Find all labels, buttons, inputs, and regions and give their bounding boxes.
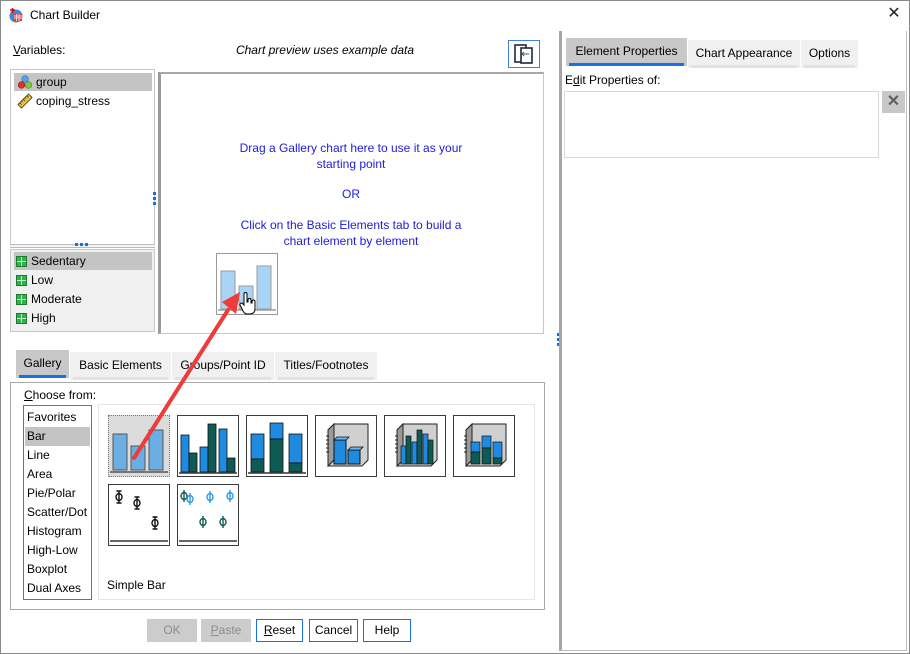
canvas-message-line: Click on the Basic Elements tab to build… — [240, 218, 462, 232]
chart-type-pie-polar[interactable]: Pie/Polar — [25, 484, 90, 503]
tab-titles-footnotes[interactable]: Titles/Footnotes — [275, 352, 377, 380]
variable-name: coping_stress — [36, 94, 111, 108]
chart-builder-app-icon — [9, 8, 23, 23]
thumbnail-clustered-3d-bar[interactable] — [384, 415, 446, 477]
chart-type-dual-axes[interactable]: Dual Axes — [25, 579, 90, 598]
chart-type-area[interactable]: Area — [25, 465, 90, 484]
tab-element-properties[interactable]: Element Properties — [566, 38, 687, 66]
chart-type-line[interactable]: Line — [25, 446, 90, 465]
chart-type-list[interactable]: Favorites Bar Line Area Pie/Polar Scatte… — [23, 405, 92, 600]
tab-label: Groups/Point ID — [180, 358, 266, 372]
clustered-3d-bar-chart-icon — [395, 422, 438, 468]
variable-item-coping-stress[interactable]: coping_stress — [14, 92, 152, 110]
category-icon — [16, 313, 27, 324]
thumbnail-simple-error-bar[interactable] — [108, 484, 170, 546]
category-item-low[interactable]: Low — [14, 271, 152, 289]
canvas-message-or: OR — [342, 187, 360, 201]
category-name: Sedentary — [31, 254, 86, 268]
category-icon — [16, 294, 27, 305]
paste-button[interactable]: Paste — [201, 619, 251, 642]
delete-element-button[interactable]: ✕ — [882, 91, 905, 113]
nominal-variable-icon — [17, 75, 33, 89]
category-list[interactable]: Sedentary Low Moderate High — [10, 249, 155, 332]
reset-button[interactable]: Reset — [256, 619, 303, 642]
tab-gallery[interactable]: Gallery — [16, 350, 69, 378]
choose-label-mnemonic: C — [24, 388, 33, 402]
thumbnail-clustered-error-bar[interactable] — [177, 484, 239, 546]
chart-type-favorites[interactable]: Favorites — [25, 408, 90, 427]
category-name: Low — [31, 273, 54, 287]
choose-label-text: hoose from: — [32, 388, 97, 402]
selected-chart-description: Simple Bar — [107, 578, 166, 592]
cancel-button[interactable]: Cancel — [309, 619, 358, 642]
stacked-3d-bar-chart-icon — [464, 422, 507, 468]
delete-icon: ✕ — [886, 93, 901, 110]
clustered-bar-chart-icon — [179, 423, 237, 474]
scale-variable-icon — [17, 93, 33, 109]
edit-properties-label: Edit Properties of: — [565, 73, 660, 87]
tab-label: Gallery — [23, 356, 62, 370]
edit-properties-list[interactable] — [564, 91, 879, 158]
chart-type-bar[interactable]: Bar — [25, 427, 90, 446]
variable-name: group — [36, 75, 67, 89]
simple-bar-chart-icon — [110, 429, 168, 473]
hand-cursor-icon — [239, 292, 256, 315]
panel-toggle-icon — [514, 44, 533, 64]
tab-label: Basic Elements — [79, 358, 162, 372]
edit-label-mnemonic: d — [573, 73, 580, 87]
window-title: Chart Builder — [30, 8, 101, 22]
category-item-moderate[interactable]: Moderate — [14, 290, 152, 308]
chart-type-histogram[interactable]: Histogram — [25, 522, 90, 541]
category-icon — [16, 256, 27, 267]
splitter-grip-icon[interactable] — [75, 243, 89, 247]
close-icon[interactable]: ✕ — [884, 5, 904, 23]
gallery-thumbnails — [98, 404, 535, 600]
simple-3d-bar-chart-icon — [326, 422, 369, 468]
tab-groups-point-id[interactable]: Groups/Point ID — [172, 352, 274, 380]
canvas-message-line: Drag a Gallery chart here to use it as y… — [239, 141, 463, 155]
toggle-properties-button[interactable] — [508, 40, 540, 68]
chart-type-scatter-dot[interactable]: Scatter/Dot — [25, 503, 90, 522]
thumbnail-clustered-bar[interactable] — [177, 415, 239, 477]
tab-options[interactable]: Options — [801, 40, 858, 68]
paste-mnemonic: P — [210, 623, 219, 637]
clustered-error-bar-chart-icon — [179, 490, 237, 542]
reset-label: eset — [272, 623, 296, 637]
ok-button[interactable]: OK — [147, 619, 197, 642]
simple-error-bar-chart-icon — [110, 490, 168, 542]
thumbnail-simple-bar[interactable] — [108, 415, 170, 477]
chart-type-boxplot[interactable]: Boxplot — [25, 560, 90, 579]
paste-label: aste — [218, 623, 242, 637]
category-name: Moderate — [31, 292, 82, 306]
tab-label: Titles/Footnotes — [283, 358, 369, 372]
variable-item-group[interactable]: group — [14, 73, 152, 91]
thumbnail-simple-3d-bar[interactable] — [315, 415, 377, 477]
preview-note: Chart preview uses example data — [235, 43, 415, 57]
choose-from-label: Choose from: — [24, 388, 96, 402]
variables-label-text: ariables: — [20, 43, 66, 57]
tab-label: Chart Appearance — [695, 46, 793, 60]
chart-type-high-low[interactable]: High-Low — [25, 541, 90, 560]
category-icon — [16, 275, 27, 286]
canvas-message-line: chart element by element — [283, 234, 419, 248]
title-bar: Chart Builder ✕ — [0, 0, 910, 30]
variables-list[interactable]: group coping_stress — [10, 69, 155, 245]
category-name: High — [31, 311, 56, 325]
variables-label: Variables: — [13, 43, 65, 57]
thumbnail-stacked-3d-bar[interactable] — [453, 415, 515, 477]
tab-label: Element Properties — [575, 44, 678, 58]
tab-chart-appearance[interactable]: Chart Appearance — [688, 40, 800, 68]
canvas-message-line: starting point — [316, 157, 386, 171]
category-item-high[interactable]: High — [14, 309, 152, 327]
edit-label-prefix: E — [565, 73, 574, 87]
vertical-splitter-grip-icon[interactable] — [153, 192, 157, 212]
tab-basic-elements[interactable]: Basic Elements — [70, 352, 171, 380]
category-item-sedentary[interactable]: Sedentary — [14, 252, 152, 270]
stacked-bar-chart-icon — [248, 422, 306, 474]
edit-label-text: it Properties of: — [579, 73, 661, 87]
panel-splitter-grip-icon[interactable] — [557, 333, 560, 347]
tab-label: Options — [808, 46, 851, 60]
help-button[interactable]: Help — [363, 619, 411, 642]
thumbnail-stacked-bar[interactable] — [246, 415, 308, 477]
